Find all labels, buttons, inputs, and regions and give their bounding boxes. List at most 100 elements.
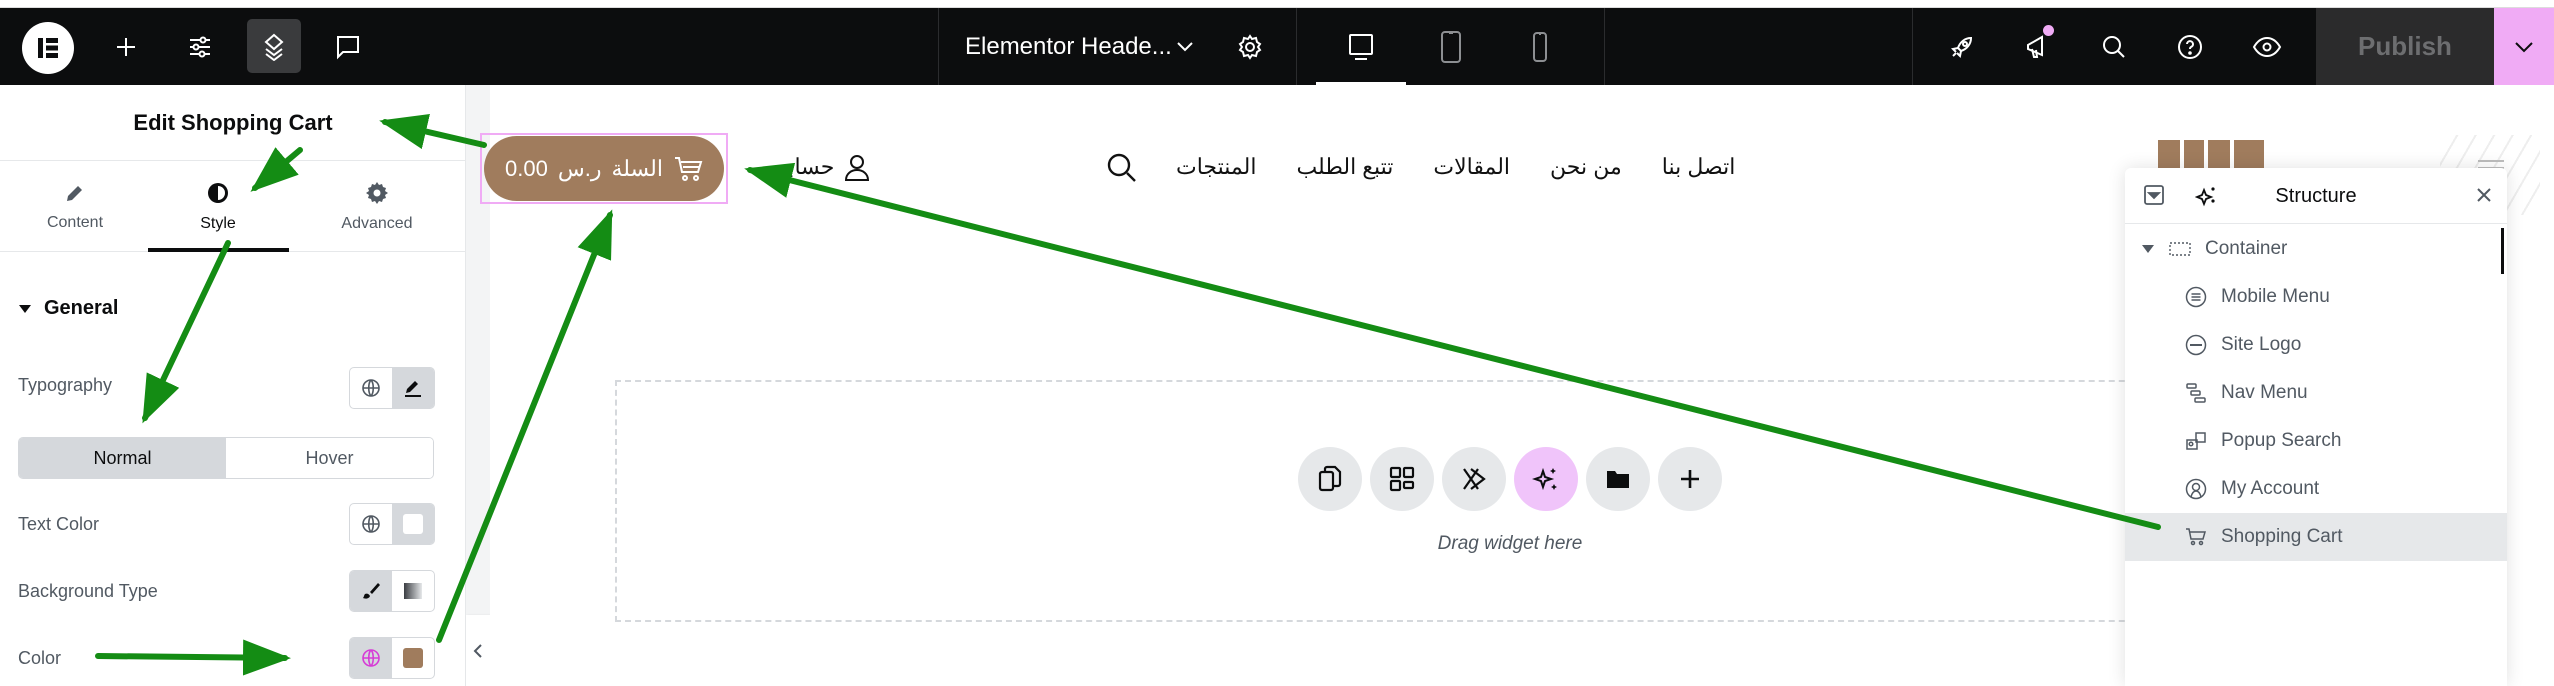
ai-structure-button[interactable] [2194,184,2219,213]
structure-item-mobile-menu[interactable]: Mobile Menu [2125,273,2507,321]
cart-label: السلة [611,155,663,181]
elementor-editor: Elementor Heade... Publish Edit Shopping… [0,0,2554,686]
collapse-structure-button[interactable] [2143,184,2165,211]
state-tab-hover[interactable]: Hover [226,438,433,478]
kit-button[interactable] [1442,447,1506,511]
edit-typography-button[interactable] [392,368,434,408]
elementor-logo-icon[interactable] [22,22,74,74]
panel-tabs: Content Style Advanced [0,162,466,252]
ai-sparkle-icon [1532,467,1557,491]
state-tab-normal[interactable]: Normal [19,438,226,478]
site-settings-icon[interactable] [178,8,222,85]
nav-item-track-order[interactable]: تتبع الطلب [1296,154,1393,180]
user-icon [845,155,870,181]
structure-item-shopping-cart[interactable]: Shopping Cart [2125,513,2507,561]
nav-item-contact[interactable]: اتصل بنا [1662,154,1736,180]
browser-strip [0,0,2554,8]
text-color-swatch [403,514,423,534]
structure-item-label: Mobile Menu [2221,286,2330,307]
publish-options-button[interactable] [2494,8,2554,85]
container-icon [2169,242,2191,256]
contrast-icon [208,183,228,203]
nav-item-about[interactable]: من نحن [1550,154,1622,180]
global-text-color-button[interactable] [350,504,392,544]
structure-item-nav-menu[interactable]: Nav Menu [2125,369,2507,417]
mobile-menu-icon [2185,286,2207,308]
close-structure-button[interactable] [2475,186,2493,209]
panel-title: Edit Shopping Cart [0,85,466,161]
structure-item-label: Site Logo [2221,334,2302,355]
divider [1604,8,1605,85]
structure-item-label: Container [2205,238,2288,259]
structure-item-container[interactable]: Container [2125,225,2507,273]
globe-icon [362,515,380,533]
help-icon[interactable] [2168,8,2212,85]
paint-brush-icon [363,583,380,599]
gradient-icon [404,583,422,599]
background-color-swatch [403,648,423,668]
mobile-device-icon[interactable] [1515,8,1565,85]
add-element-icon[interactable] [104,8,148,85]
megaphone-icon[interactable] [2016,8,2060,85]
tablet-device-icon[interactable] [1426,8,1476,85]
widget-settings-panel: Edit Shopping Cart Content Style Advance… [0,85,466,686]
section-title: General [44,297,119,319]
popup-search-icon [2186,432,2206,450]
structure-header: Structure [2125,168,2507,224]
account-label: حسابي [770,154,835,179]
popup-search-button[interactable] [1106,152,1138,189]
my-account-link[interactable]: حسابي [770,145,872,189]
caret-down-icon[interactable] [2141,244,2155,254]
color-label: Color [18,648,62,668]
page-settings-gear-icon[interactable] [1230,8,1270,85]
caret-down-icon [19,304,31,313]
text-color-picker[interactable] [392,504,434,544]
section-general[interactable]: General [18,297,118,320]
cart-icon [674,156,703,181]
logo-mark [2184,140,2204,170]
nav-item-products[interactable]: المنتجات [1176,154,1256,180]
background-gradient-button[interactable] [392,571,434,611]
publish-button[interactable]: Publish [2316,8,2494,85]
add-container-button[interactable] [1658,447,1722,511]
background-classic-button[interactable] [350,571,392,611]
chevron-down-icon[interactable] [1170,8,1200,85]
paste-button[interactable] [1298,447,1362,511]
site-logo[interactable] [2158,140,2268,170]
nav-item-articles[interactable]: المقالات [1433,154,1510,180]
global-color-button[interactable] [350,638,392,678]
preview-eye-icon[interactable] [2245,8,2289,85]
structure-scrollbar[interactable] [2501,228,2504,274]
structure-item-label: My Account [2221,478,2320,499]
comments-icon[interactable] [326,8,370,85]
logo-mark [2234,140,2264,170]
background-type-label: Background Type [18,581,158,601]
divider [938,8,939,85]
globe-icon [362,649,380,667]
collapse-panel-button[interactable] [466,615,490,686]
rocket-icon[interactable] [1940,8,1984,85]
tab-style[interactable]: Style [143,162,293,252]
layers-icon[interactable] [252,8,296,85]
templates-button[interactable] [1370,447,1434,511]
text-color-label: Text Color [18,514,100,534]
ai-button[interactable] [1514,447,1578,511]
search-icon[interactable] [2092,8,2136,85]
shopping-cart-button[interactable]: السلة ر.س 0.00 [484,136,724,201]
document-title[interactable]: Elementor Heade... [965,8,1172,85]
background-type-control [349,570,435,612]
structure-item-my-account[interactable]: My Account [2125,465,2507,513]
x-kit-icon [1463,468,1486,490]
document-title-text: Elementor Heade... [965,32,1172,60]
pencil-icon [405,381,421,397]
folder-button[interactable] [1586,447,1650,511]
desktop-device-icon[interactable] [1336,8,1386,85]
tab-content[interactable]: Content [0,162,150,252]
tab-advanced[interactable]: Advanced [302,162,452,252]
structure-item-popup-search[interactable]: Popup Search [2125,417,2507,465]
structure-item-site-logo[interactable]: Site Logo [2125,321,2507,369]
background-color-control [349,637,435,679]
folder-icon [1607,471,1629,488]
background-color-picker[interactable] [392,638,434,678]
global-typography-button[interactable] [350,368,392,408]
